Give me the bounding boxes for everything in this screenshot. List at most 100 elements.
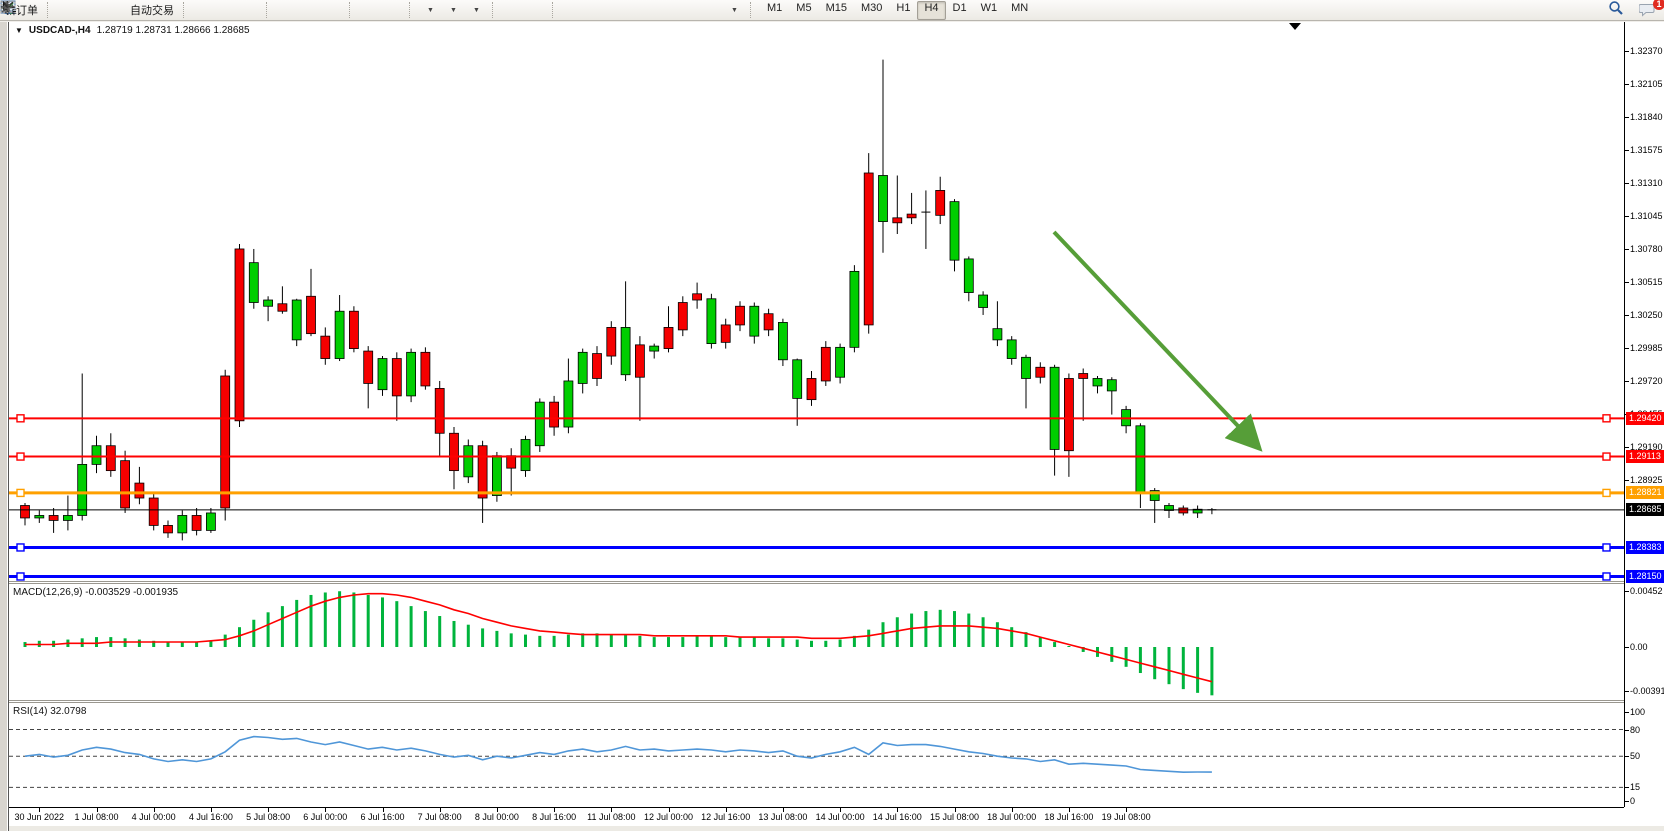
candle-body xyxy=(21,505,30,517)
indicators-button[interactable]: ▼ xyxy=(419,1,441,20)
vertical-line-button[interactable] xyxy=(562,1,584,20)
line-anchor[interactable] xyxy=(17,489,24,496)
signal-button[interactable] xyxy=(103,1,125,20)
templates-button[interactable]: ▼ xyxy=(465,1,487,20)
zoom-in-button[interactable] xyxy=(276,1,298,20)
timeframe-button-w1[interactable]: W1 xyxy=(974,1,1005,20)
macd-panel[interactable]: MACD(12,26,9) -0.003529 -0.001935 xyxy=(9,584,1624,700)
timeframe-button-h1[interactable]: H1 xyxy=(889,1,917,20)
mt4-application: 新订单 自动交易 xyxy=(0,0,1664,831)
candle-body xyxy=(492,456,501,496)
price-line-label-1.29420: 1.29420 xyxy=(1626,412,1664,425)
window-bottom-edge xyxy=(9,826,1664,831)
line-anchor[interactable] xyxy=(17,453,24,460)
main-toolbar: 新订单 自动交易 xyxy=(0,0,1664,21)
chart-shift-button[interactable] xyxy=(382,1,404,20)
horizontal-line-button[interactable] xyxy=(585,1,607,20)
price-tick-mark xyxy=(1625,84,1629,85)
notifications-button[interactable]: 1 xyxy=(1638,1,1660,20)
trendline-button[interactable] xyxy=(608,1,630,20)
text-button[interactable]: A xyxy=(677,1,699,20)
label-button[interactable]: T xyxy=(700,1,722,20)
candle-body xyxy=(464,446,473,477)
rsi-label: RSI(14) 32.0798 xyxy=(13,706,86,717)
candle-body xyxy=(149,498,158,525)
line-chart-button[interactable] xyxy=(239,1,261,20)
price-axis[interactable]: 1.323701.321051.318401.315751.313101.310… xyxy=(1624,22,1664,807)
price-tick-mark xyxy=(1625,381,1629,382)
search-button[interactable] xyxy=(1608,1,1630,20)
candle-body xyxy=(349,311,358,348)
price-tick-label: 1.31575 xyxy=(1630,145,1663,155)
fibonacci-button[interactable]: F xyxy=(654,1,676,20)
macd-tick-mark xyxy=(1625,691,1629,692)
candle-body xyxy=(578,352,587,383)
charts-button[interactable] xyxy=(57,1,79,20)
candle-body xyxy=(407,352,416,396)
tile-windows-button[interactable] xyxy=(322,1,344,20)
line-anchor[interactable] xyxy=(1603,489,1610,496)
price-tick-mark xyxy=(1625,447,1629,448)
macd-canvas[interactable] xyxy=(9,584,1624,700)
arrows-icon xyxy=(0,0,15,14)
time-axis[interactable]: 30 Jun 20221 Jul 08:004 Jul 00:004 Jul 1… xyxy=(9,808,1624,826)
profile-button[interactable] xyxy=(80,1,102,20)
main-plot-canvas[interactable] xyxy=(9,38,1624,581)
timeframe-button-mn[interactable]: MN xyxy=(1004,1,1035,20)
candle-body xyxy=(63,515,72,520)
crosshair-button[interactable] xyxy=(525,1,547,20)
channel-button[interactable]: E xyxy=(631,1,653,20)
toolbar-separator xyxy=(409,2,415,18)
candle-body xyxy=(1179,508,1188,513)
timeframe-group: M1M5M15M30H1H4D1W1MN xyxy=(760,1,1035,20)
search-icon xyxy=(1608,0,1624,16)
toolbar-separator xyxy=(750,2,756,18)
line-anchor[interactable] xyxy=(17,544,24,551)
price-tick-label: 1.30250 xyxy=(1630,310,1663,320)
candle-body xyxy=(893,218,902,223)
timeframe-button-m1[interactable]: M1 xyxy=(760,1,789,20)
line-anchor[interactable] xyxy=(1603,453,1610,460)
main-price-panel[interactable] xyxy=(9,38,1624,581)
line-anchor[interactable] xyxy=(17,573,24,580)
chevron-down-icon: ▼ xyxy=(427,7,434,14)
timeframe-button-m5[interactable]: M5 xyxy=(789,1,818,20)
cursor-button[interactable] xyxy=(502,1,524,20)
auto-scroll-button[interactable] xyxy=(359,1,381,20)
rsi-canvas[interactable] xyxy=(9,703,1624,807)
chart-symbol-period: USDCAD-,H4 xyxy=(29,25,91,36)
rsi-tick-label: 0 xyxy=(1630,796,1635,806)
line-anchor[interactable] xyxy=(1603,415,1610,422)
timeframe-button-m30[interactable]: M30 xyxy=(854,1,889,20)
chevron-down-icon[interactable]: ▼ xyxy=(15,26,23,35)
chart-shift-marker[interactable] xyxy=(1289,23,1301,30)
bar-chart-button[interactable] xyxy=(193,1,215,20)
price-tick-label: 1.32370 xyxy=(1630,46,1663,56)
toolbar-separator xyxy=(266,2,272,18)
rsi-tick-mark xyxy=(1625,756,1629,757)
zoom-out-button[interactable] xyxy=(299,1,321,20)
trend-arrow[interactable] xyxy=(1054,232,1257,446)
candle-body xyxy=(821,347,830,381)
line-anchor[interactable] xyxy=(1603,573,1610,580)
line-anchor[interactable] xyxy=(1603,544,1610,551)
macd-tick-mark xyxy=(1625,591,1629,592)
candle-body xyxy=(707,299,716,344)
timeframe-button-m15[interactable]: M15 xyxy=(819,1,854,20)
auto-trading-button[interactable]: 自动交易 xyxy=(126,1,178,20)
candle-body xyxy=(979,295,988,307)
rsi-panel[interactable]: RSI(14) 32.0798 xyxy=(9,703,1624,807)
timeframe-button-d1[interactable]: D1 xyxy=(946,1,974,20)
candlestick-button[interactable] xyxy=(216,1,238,20)
price-tick-label: 1.31045 xyxy=(1630,211,1663,221)
price-tick-label: 1.31840 xyxy=(1630,112,1663,122)
line-anchor[interactable] xyxy=(17,415,24,422)
candle-body xyxy=(1079,373,1088,378)
candle-body xyxy=(206,513,215,530)
timeframe-button-h4[interactable]: H4 xyxy=(917,1,945,20)
periods-button[interactable]: ▼ xyxy=(442,1,464,20)
candle-body xyxy=(936,190,945,215)
arrows-button[interactable]: ▼ xyxy=(723,1,745,20)
price-tick-mark xyxy=(1625,117,1629,118)
candle-body xyxy=(664,327,673,348)
